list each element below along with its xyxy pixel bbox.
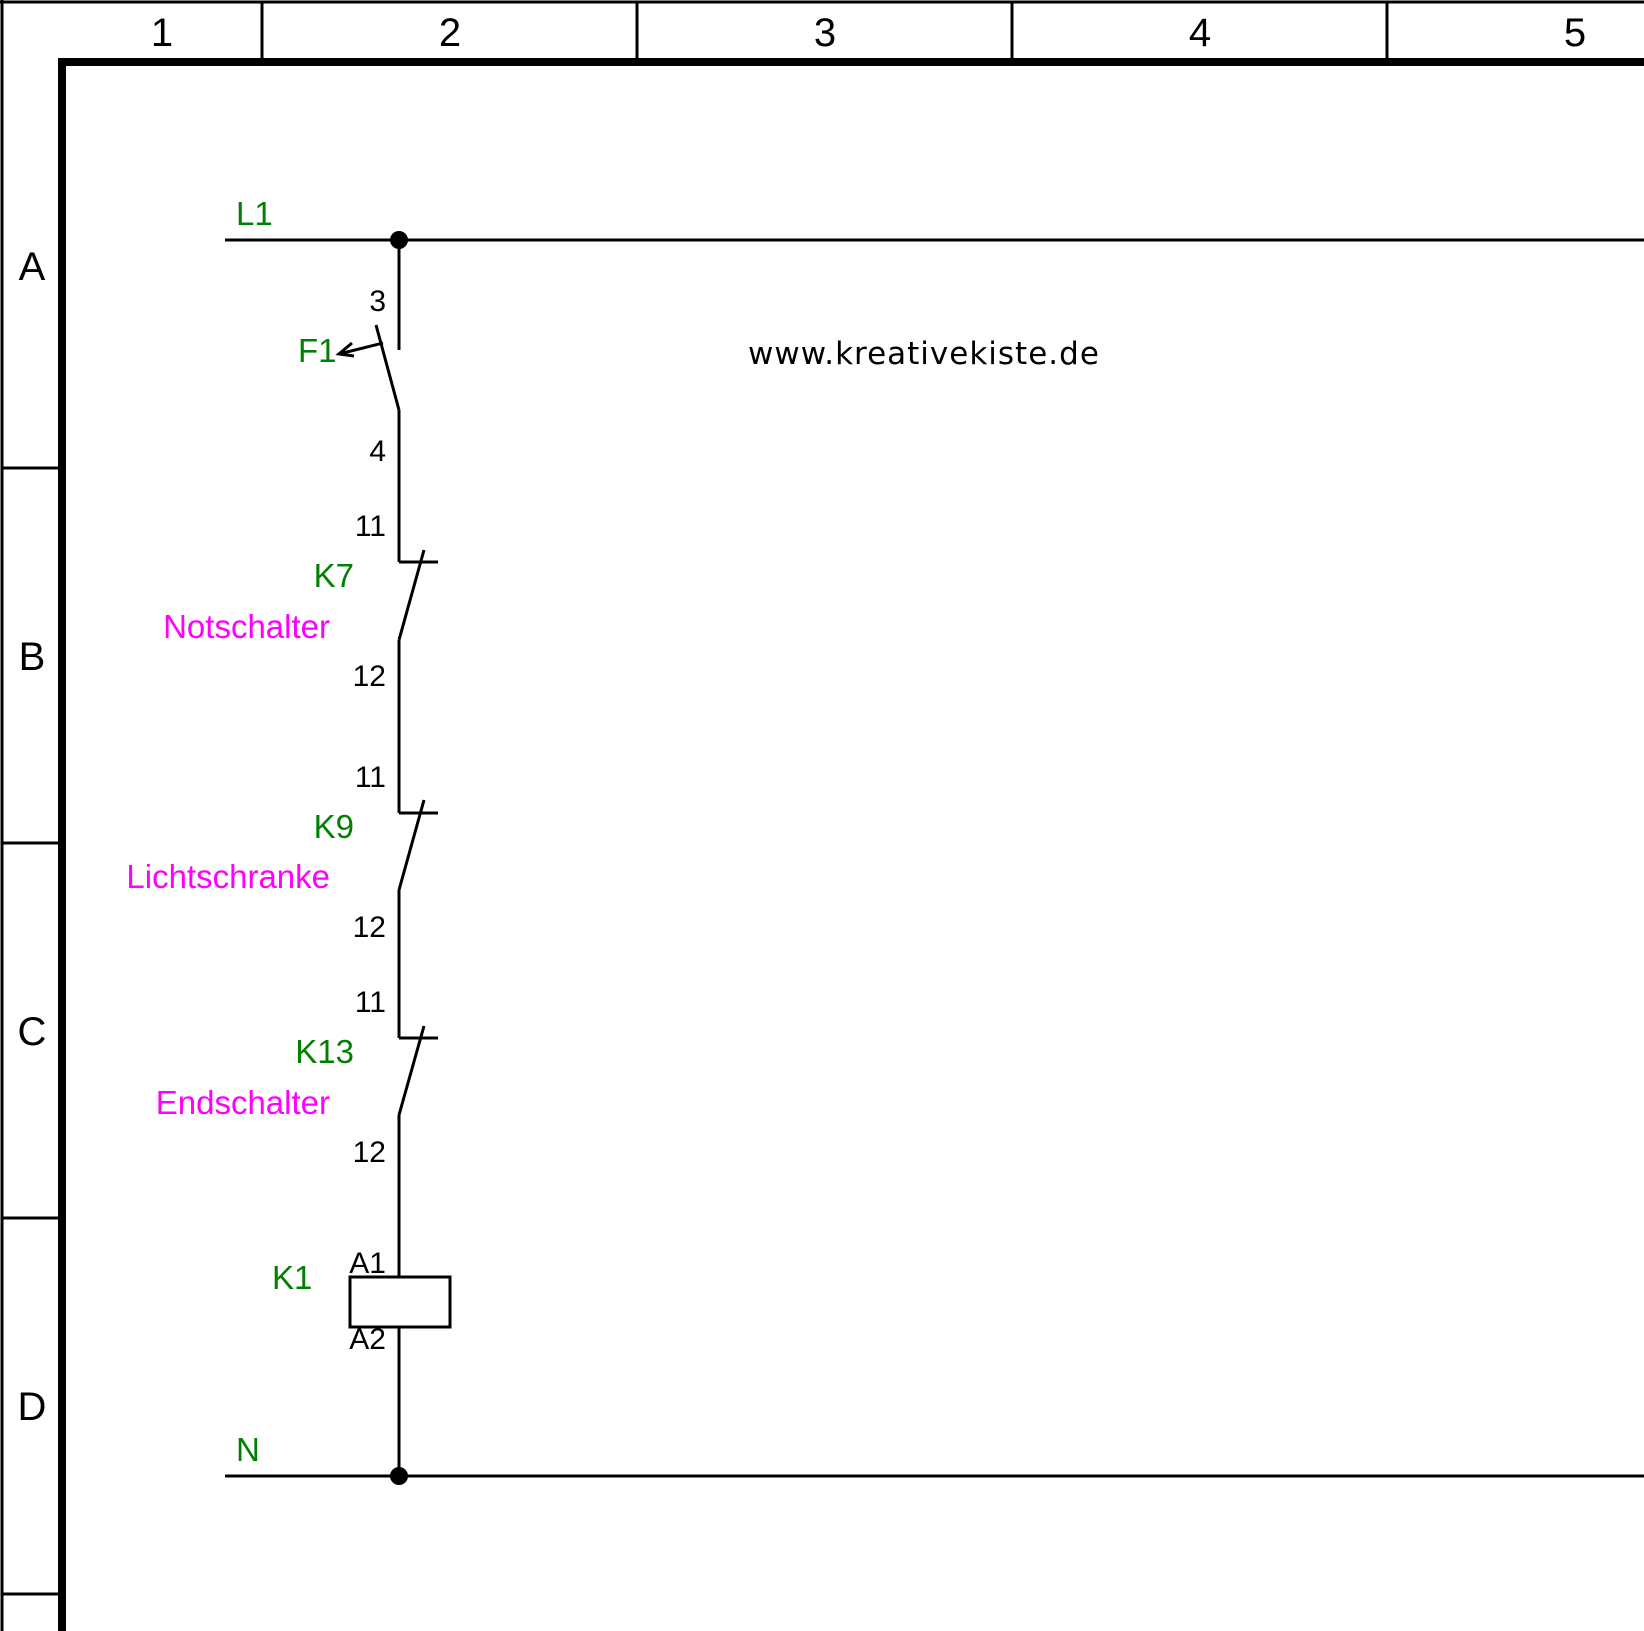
terminal-k13-bottom: 12	[353, 1136, 386, 1169]
row-label-d: D	[18, 1385, 47, 1429]
device-desc-k13: Endschalter	[156, 1084, 330, 1121]
device-tag-k1: K1	[272, 1259, 312, 1296]
drawing-frame	[0, 0, 1644, 1631]
rail-label-n: N	[236, 1431, 260, 1468]
terminal-k1-a1: A1	[349, 1247, 386, 1280]
terminal-k13-top: 11	[355, 986, 386, 1019]
row-label-a: A	[19, 245, 46, 289]
terminal-k9-bottom: 12	[353, 911, 386, 944]
column-label-2: 2	[439, 11, 461, 55]
rail-label-l1: L1	[236, 195, 273, 232]
terminal-k9-top: 11	[355, 761, 386, 794]
device-tag-f1: F1	[298, 332, 337, 369]
terminal-f1-bottom: 4	[369, 435, 386, 468]
device-tag-k13: K13	[295, 1033, 354, 1070]
row-label-b: B	[19, 635, 46, 679]
device-desc-k7: Notschalter	[163, 608, 330, 645]
terminal-k7-bottom: 12	[353, 660, 386, 693]
device-tag-k9: K9	[314, 808, 354, 845]
contact-k13	[397, 1025, 438, 1277]
contact-k9	[397, 799, 438, 1030]
rail-n	[225, 1467, 1644, 1485]
schematic-sheet: 1 2 3 4 5 A B C D www.kreativekiste.de L…	[0, 0, 1644, 1631]
rail-l1	[225, 231, 1644, 249]
watermark-text: www.kreativekiste.de	[748, 336, 1100, 372]
contact-k7	[397, 549, 438, 805]
column-label-1: 1	[151, 11, 173, 55]
device-desc-k9: Lichtschranke	[126, 858, 330, 895]
coil-k1	[348, 1275, 452, 1476]
terminal-f1-top: 3	[369, 285, 386, 318]
column-label-3: 3	[814, 11, 836, 55]
column-label-4: 4	[1189, 11, 1211, 55]
terminal-k7-top: 11	[355, 510, 386, 543]
terminal-k1-a2: A2	[349, 1323, 386, 1356]
row-label-c: C	[18, 1010, 47, 1054]
column-label-5: 5	[1564, 11, 1586, 55]
device-tag-k7: K7	[314, 557, 354, 594]
